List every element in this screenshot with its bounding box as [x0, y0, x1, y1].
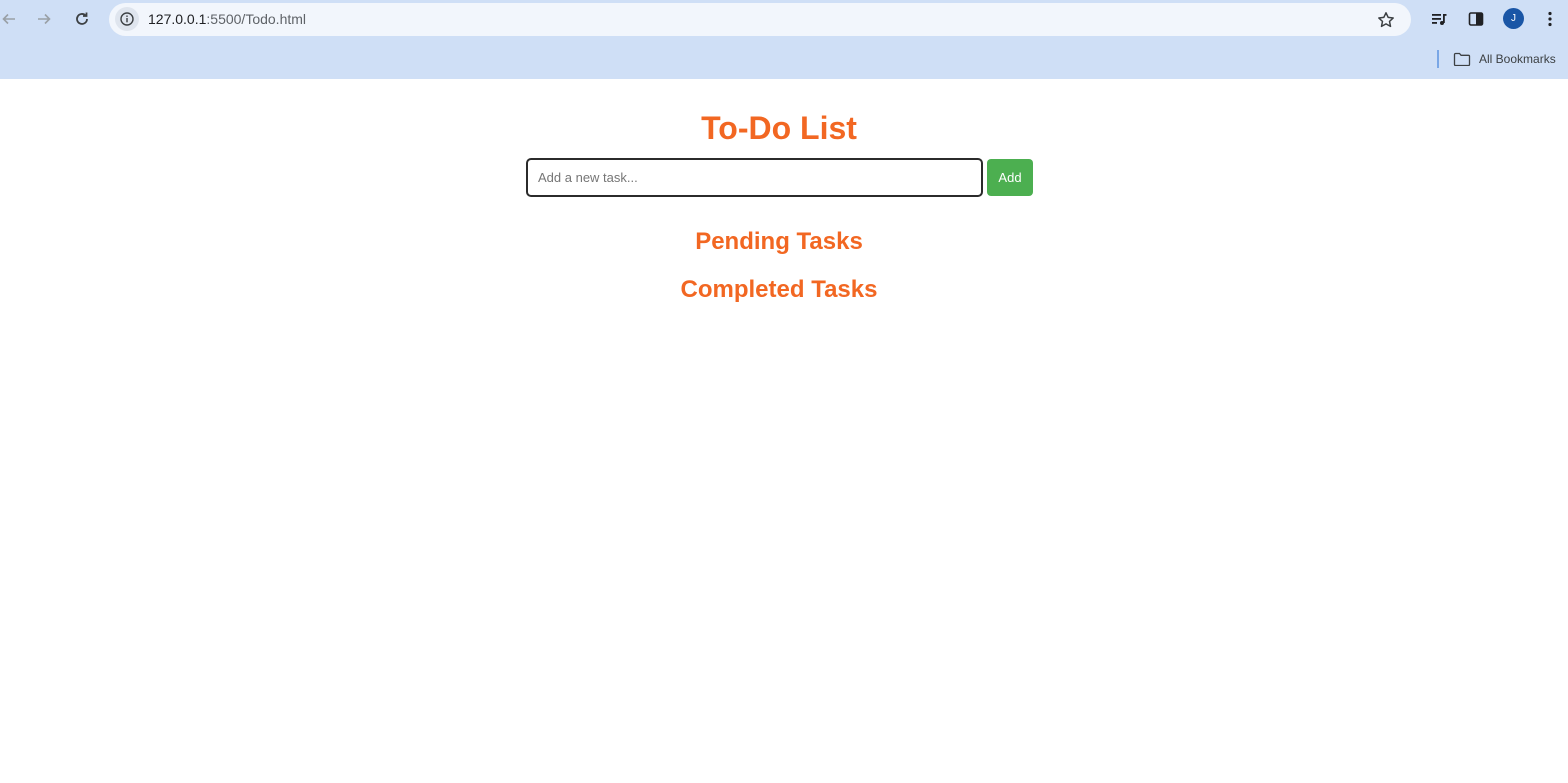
address-bar[interactable]: 127.0.0.1:5500/Todo.html [109, 3, 1411, 36]
bookmarks-divider [1437, 50, 1439, 68]
reload-button[interactable] [69, 6, 95, 32]
add-task-button[interactable]: Add [987, 158, 1033, 196]
reload-icon [76, 12, 88, 25]
page-title: To-Do List [701, 110, 857, 146]
browser-chrome: 127.0.0.1:5500/Todo.html J All Bookmarks [0, 0, 1568, 79]
task-input[interactable] [526, 157, 983, 197]
all-bookmarks-label: All Bookmarks [1479, 52, 1556, 66]
url-host: 127.0.0.1 [148, 11, 207, 27]
completed-tasks-heading: Completed Tasks [680, 276, 878, 303]
vertical-dots-icon [1548, 11, 1552, 27]
url-path: :5500/Todo.html [206, 11, 307, 27]
task-input-row: Add [526, 157, 1033, 197]
all-bookmarks-button[interactable]: All Bookmarks [1453, 48, 1556, 70]
queue-music-icon [1432, 14, 1447, 25]
forward-button[interactable] [31, 6, 57, 32]
pending-tasks-heading: Pending Tasks [695, 228, 863, 255]
arrow-right-icon [38, 13, 51, 25]
side-panel-button[interactable] [1463, 6, 1489, 32]
folder-icon [1453, 52, 1471, 66]
url-text[interactable]: 127.0.0.1:5500/Todo.html [148, 11, 306, 27]
bookmarks-bar: All Bookmarks [0, 39, 1568, 79]
bookmark-star-button[interactable] [1373, 7, 1399, 33]
browser-menu-button[interactable] [1537, 6, 1563, 32]
arrow-left-icon [2, 13, 15, 25]
back-button[interactable] [0, 6, 22, 32]
star-icon [1378, 12, 1394, 28]
profile-avatar[interactable]: J [1503, 8, 1524, 29]
media-controls-button[interactable] [1426, 6, 1452, 32]
info-icon [120, 12, 134, 26]
todo-page: To-Do List Add Pending Tasks Completed T… [0, 79, 1568, 783]
browser-toolbar: 127.0.0.1:5500/Todo.html J [0, 0, 1568, 39]
side-panel-icon [1468, 12, 1484, 26]
site-info-button[interactable] [115, 7, 139, 31]
